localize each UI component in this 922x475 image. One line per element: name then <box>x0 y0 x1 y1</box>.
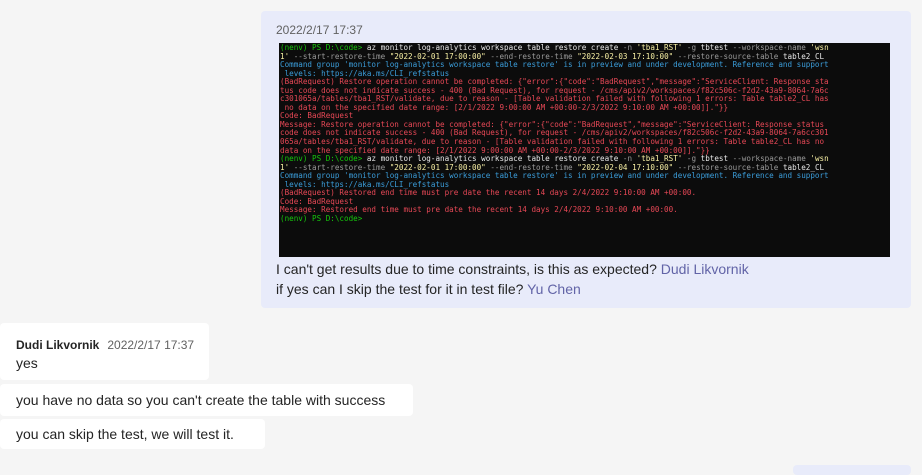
message-text: if yes can I skip the test for it in tes… <box>276 281 528 297</box>
reply-message-bubble[interactable]: Dudi Likvornik 2022/2/17 17:37 yes <box>0 323 209 380</box>
message-line: I can't get results due to time constrai… <box>276 259 749 279</box>
terminal-text: (nenv) PS D:\code> <box>280 213 363 223</box>
sender-name[interactable]: Dudi Likvornik <box>16 338 99 352</box>
terminal-line: no data on the specified date range: [2/… <box>280 103 890 113</box>
message-text: you have no data so you can't create the… <box>16 392 386 408</box>
message-text: yes <box>16 355 38 371</box>
message-line: if yes can I skip the test for it in tes… <box>276 279 581 299</box>
message-header: Dudi Likvornik 2022/2/17 17:37 <box>16 336 194 352</box>
message-text: you can skip the test, we will test it. <box>16 426 234 442</box>
message-text: I can't get results due to time constrai… <box>276 261 661 277</box>
mention-link[interactable]: Dudi Likvornik <box>661 261 749 277</box>
terminal-line: (nenv) PS D:\code> <box>280 213 890 224</box>
reply-message-bubble[interactable]: you can skip the test, we will test it. <box>0 419 265 449</box>
message-timestamp: 2022/2/17 17:37 <box>276 23 363 37</box>
my-message-bubble[interactable]: 2022/2/17 17:37 (nenv) PS D:\code> az mo… <box>261 11 911 308</box>
next-message-bubble[interactable] <box>793 465 911 475</box>
terminal-line: (BadRequest) Restored end time must pre … <box>280 189 890 198</box>
mention-link[interactable]: Yu Chen <box>527 281 581 297</box>
terminal-line: Message: Restored end time must pre date… <box>280 206 890 215</box>
terminal-screenshot[interactable]: (nenv) PS D:\code> az monitor log-analyt… <box>279 43 890 257</box>
reply-message-bubble[interactable]: you have no data so you can't create the… <box>0 384 413 416</box>
message-timestamp: 2022/2/17 17:37 <box>107 338 195 352</box>
